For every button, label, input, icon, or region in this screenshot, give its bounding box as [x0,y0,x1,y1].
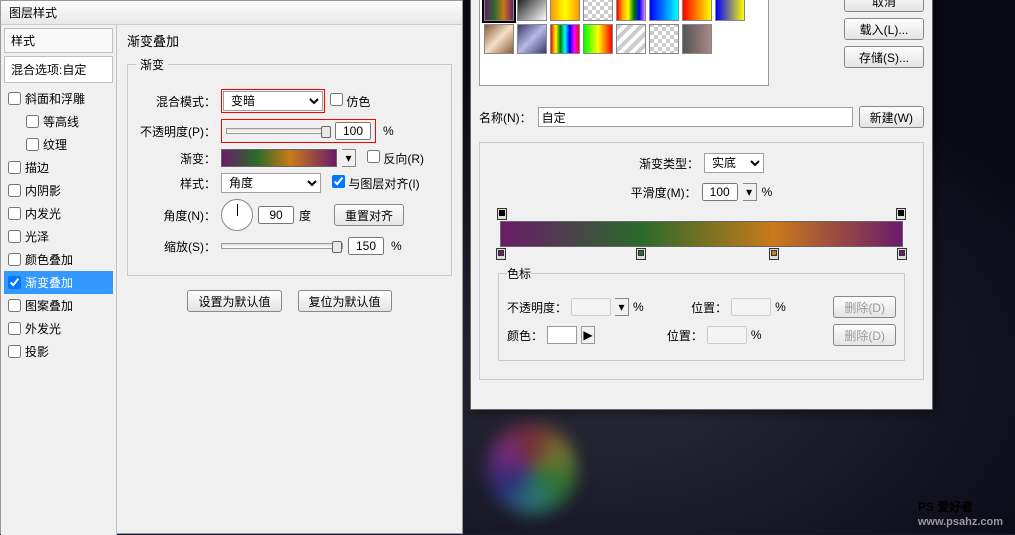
opacity-stop[interactable] [896,208,906,220]
stop-opacity-label: 不透明度： [507,299,567,316]
name-input[interactable] [538,107,853,127]
opacity-input[interactable] [335,122,371,140]
style-item[interactable]: 光泽 [4,225,113,248]
styles-panel: 样式 混合选项:自定 斜面和浮雕等高线纹理描边内阴影内发光光泽颜色叠加渐变叠加图… [1,25,117,535]
opacity-label: 不透明度(P)： [136,123,216,140]
preset-swatch[interactable] [517,0,547,21]
reset-align-button[interactable]: 重置对齐 [334,204,404,226]
blending-options[interactable]: 混合选项:自定 [4,56,113,83]
preset-swatch[interactable] [649,24,679,54]
arrow-right-icon: ▶ [581,326,595,344]
color-stop[interactable] [636,248,646,260]
style-item[interactable]: 外发光 [4,317,113,340]
blend-mode-select[interactable]: 变暗 [223,91,323,111]
gradient-presets[interactable] [479,0,769,86]
preset-swatch[interactable] [616,0,646,21]
scale-label: 缩放(S)： [136,238,216,255]
style-item[interactable]: 纹理 [4,133,113,156]
preset-swatch[interactable] [682,24,712,54]
style-item[interactable]: 内阴影 [4,179,113,202]
style-item[interactable]: 斜面和浮雕 [4,87,113,110]
stop-color-label: 颜色： [507,327,543,344]
styles-header[interactable]: 样式 [4,28,113,53]
type-select[interactable]: 实底 [704,153,764,173]
style-item[interactable]: 颜色叠加 [4,248,113,271]
style-item[interactable]: 渐变叠加 [4,271,113,294]
style-item[interactable]: 描边 [4,156,113,179]
scale-slider[interactable] [221,243,343,249]
color-stop[interactable] [496,248,506,260]
stop-color-position-input [707,326,747,344]
gradient-editor-dialog: 取消 载入(L)... 存储(S)... 名称(N)： 新建(W) 渐变类型： … [470,0,933,410]
style-item[interactable]: 图案叠加 [4,294,113,317]
angle-dial[interactable] [221,199,253,231]
gradient-preview[interactable] [221,149,337,167]
delete-color-stop-button: 删除(D) [833,324,896,346]
stop-position-input [731,298,771,316]
name-label: 名称(N)： [479,109,532,126]
style-select[interactable]: 角度 [221,173,321,193]
panel-title: 渐变叠加 [127,31,452,50]
gradient-bar[interactable] [500,221,903,247]
angle-input[interactable] [258,206,294,224]
style-label: 样式： [136,175,216,192]
style-item[interactable]: 等高线 [4,110,113,133]
dither-checkbox[interactable]: 仿色 [330,93,370,110]
gradient-legend: 渐变 [136,56,168,73]
preset-swatch[interactable] [484,0,514,21]
preset-swatch[interactable] [550,0,580,21]
preset-swatch[interactable] [616,24,646,54]
preset-swatch[interactable] [583,24,613,54]
delete-opacity-stop-button: 删除(D) [833,296,896,318]
gradient-label: 渐变： [136,150,216,167]
save-button[interactable]: 存储(S)... [844,46,924,68]
preset-swatch[interactable] [583,0,613,21]
stop-color-swatch [547,326,577,344]
color-stop[interactable] [897,248,907,260]
opacity-stop[interactable] [497,208,507,220]
layer-style-dialog: 图层样式 样式 混合选项:自定 斜面和浮雕等高线纹理描边内阴影内发光光泽颜色叠加… [0,0,463,534]
blend-mode-label: 混合模式： [136,93,216,110]
cancel-button[interactable]: 取消 [844,0,924,12]
watermark: PS 爱好者 www.psahz.com [918,495,1003,528]
style-item[interactable]: 投影 [4,340,113,363]
preset-swatch[interactable] [649,0,679,21]
load-button[interactable]: 载入(L)... [844,18,924,40]
new-button[interactable]: 新建(W) [859,106,924,128]
set-default-button[interactable]: 设置为默认值 [187,290,281,312]
dialog-title: 图层样式 [1,1,462,25]
smoothness-input[interactable] [702,183,738,201]
preset-swatch[interactable] [550,24,580,54]
stops-legend: 色标 [507,265,531,282]
smoothness-dropdown-icon[interactable]: ▾ [743,183,757,201]
preset-swatch[interactable] [517,24,547,54]
preset-swatch[interactable] [682,0,712,21]
align-checkbox[interactable]: 与图层对齐(I) [332,175,420,192]
color-stop[interactable] [769,248,779,260]
style-item[interactable]: 内发光 [4,202,113,225]
angle-label: 角度(N)： [136,207,216,224]
stop-position-label: 位置： [691,299,727,316]
gradient-dropdown-icon[interactable]: ▾ [342,149,356,167]
preset-swatch[interactable] [484,24,514,54]
preset-swatch[interactable] [715,0,745,21]
scale-input[interactable] [348,237,384,255]
smoothness-label: 平滑度(M)： [631,184,697,201]
opacity-slider[interactable] [226,128,331,134]
reverse-checkbox[interactable]: 反向(R) [367,150,424,167]
type-label: 渐变类型： [639,155,699,172]
stop-opacity-input [571,298,611,316]
reset-default-button[interactable]: 复位为默认值 [298,290,392,312]
gradient-overlay-panel: 渐变叠加 渐变 混合模式： 变暗 仿色 不透明度(P)： % [117,25,462,535]
